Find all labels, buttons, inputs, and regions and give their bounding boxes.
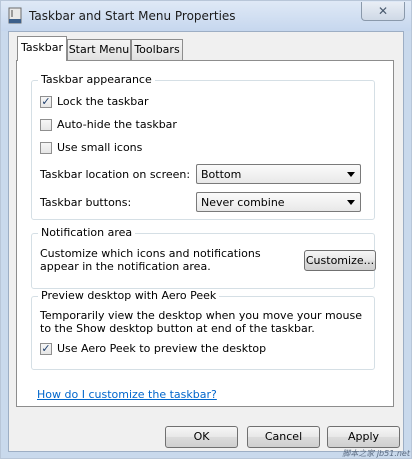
auto-hide-label: Auto-hide the taskbar [57, 118, 177, 131]
notification-area-group: Notification area Customize which icons … [31, 226, 376, 289]
tab-start-menu-label: Start Menu [68, 43, 130, 56]
ok-button[interactable]: OK [165, 426, 238, 448]
taskbar-tab-panel: Taskbar appearance ✓ Lock the taskbar Au… [16, 60, 394, 407]
title-bar[interactable]: Taskbar and Start Menu Properties ✕ [1, 1, 411, 31]
tab-toolbars-label: Toolbars [134, 43, 180, 56]
aero-peek-description: Temporarily view the desktop when you mo… [40, 309, 362, 335]
lock-taskbar-check-icon[interactable]: ✓ [40, 96, 52, 108]
apply-button-label: Apply [347, 430, 380, 443]
watermark-text: 脚本之家 jb51.net [342, 449, 410, 458]
tab-taskbar-label: Taskbar [21, 41, 63, 54]
location-value: Bottom [201, 168, 242, 181]
taskbar-buttons-value: Never combine [201, 196, 285, 209]
notification-area-heading: Notification area [38, 226, 136, 239]
taskbar-appearance-heading: Taskbar appearance [38, 73, 155, 86]
apply-button[interactable]: Apply [327, 426, 400, 448]
ok-button-label: OK [193, 430, 210, 443]
taskbar-app-icon [8, 7, 22, 24]
aero-peek-check-icon[interactable]: ✓ [40, 343, 52, 355]
cancel-button-label: Cancel [264, 430, 303, 443]
lock-taskbar-label: Lock the taskbar [57, 95, 149, 108]
aero-peek-group: Preview desktop with Aero Peek Temporari… [31, 289, 375, 370]
taskbar-appearance-group: Taskbar appearance ✓ Lock the taskbar Au… [31, 73, 375, 220]
auto-hide-check-box[interactable] [40, 119, 52, 131]
customize-button[interactable]: Customize... [304, 250, 376, 271]
aero-peek-heading: Preview desktop with Aero Peek [38, 289, 220, 302]
close-button[interactable]: ✕ [361, 2, 405, 21]
taskbar-buttons-select[interactable]: Never combine [196, 192, 361, 212]
tab-taskbar[interactable]: Taskbar [17, 36, 67, 61]
chevron-down-icon [347, 172, 355, 177]
location-label: Taskbar location on screen: [40, 168, 191, 181]
close-icon: ✕ [377, 4, 389, 18]
tab-toolbars[interactable]: Toolbars [131, 39, 183, 60]
small-icons-label: Use small icons [57, 141, 143, 154]
aero-peek-label: Use Aero Peek to preview the desktop [57, 342, 267, 355]
cancel-button[interactable]: Cancel [247, 426, 320, 448]
small-icons-check-box[interactable] [40, 142, 52, 154]
taskbar-buttons-label: Taskbar buttons: [40, 196, 132, 209]
location-select[interactable]: Bottom [196, 164, 361, 184]
window-title: Taskbar and Start Menu Properties [29, 9, 236, 23]
notification-description: Customize which icons and notifications … [40, 247, 261, 273]
chevron-down-icon [347, 200, 355, 205]
tab-start-menu[interactable]: Start Menu [67, 39, 131, 60]
dialog-client-area: Taskbar Start Menu Toolbars Taskbar appe… [8, 31, 404, 452]
help-link[interactable]: How do I customize the taskbar? [37, 388, 217, 401]
properties-window: Taskbar and Start Menu Properties ✕ Task… [0, 0, 412, 459]
customize-button-label: Customize... [305, 254, 375, 267]
